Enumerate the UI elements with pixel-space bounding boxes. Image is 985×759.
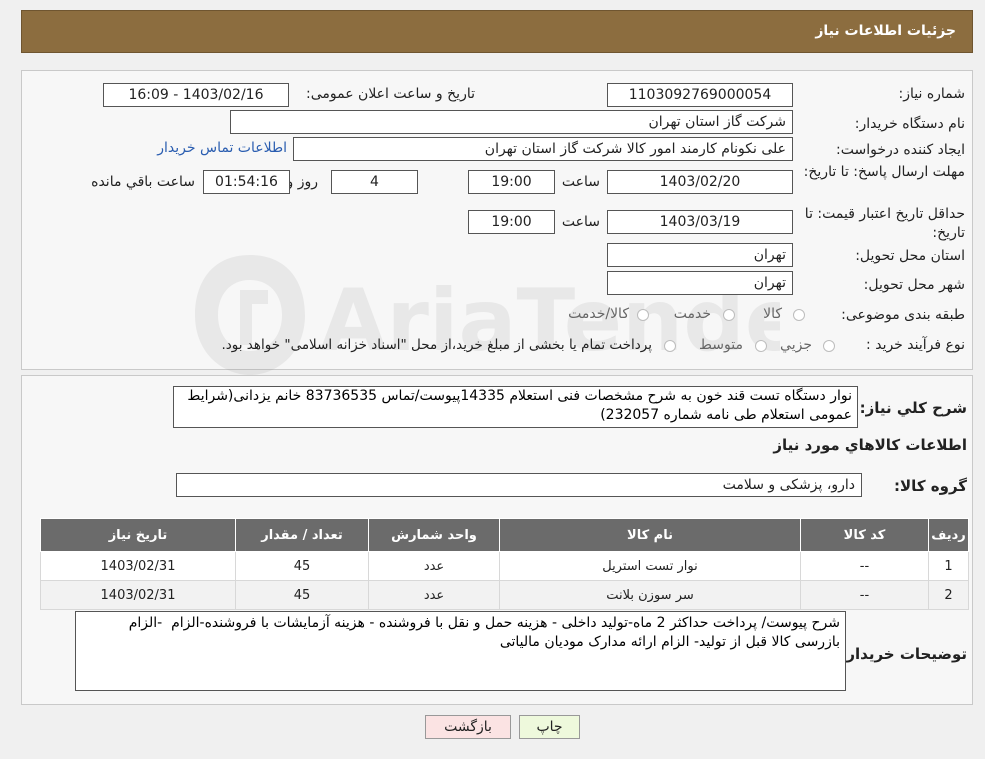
need-number-label: شماره نیاز: <box>898 86 966 102</box>
items-table: ردیف کد کالا نام کالا واحد شمارش تعداد /… <box>40 518 969 610</box>
category-goods-service-label: کالا/خدمت <box>568 306 629 322</box>
process-note: پرداخت تمام یا بخشی از مبلغ خرید،از محل … <box>221 337 652 353</box>
category-service-label: خدمت <box>673 306 711 322</box>
buyer-org-label: نام دستگاه خریدار: <box>854 116 965 132</box>
goods-group-label: گروه کالا: <box>894 477 967 495</box>
creator-label: ایجاد کننده درخواست: <box>836 142 965 158</box>
buyer-notes-label: توضیحات خریدار: <box>840 645 967 663</box>
unit: عدد <box>368 551 500 581</box>
summary-label: شرح کلي نياز: <box>859 399 967 417</box>
validity-label: حداقل تاریخ اعتبار قیمت: تا تاریخ: <box>804 206 965 241</box>
table-row: 1 -- نوار تست استریل عدد 45 1403/02/31 <box>40 551 969 581</box>
category-radio-goods-service[interactable] <box>637 309 649 321</box>
col-qty-header: تعداد / مقدار <box>235 518 369 552</box>
process-radio-medium[interactable] <box>755 340 767 352</box>
table-row: 2 -- سر سوزن بلانت عدد 45 1403/02/31 <box>40 580 969 610</box>
remaining-label: ساعت باقي مانده <box>91 174 195 190</box>
process-medium-label: متوسط <box>699 337 743 353</box>
print-button[interactable]: چاپ <box>519 715 580 739</box>
validity-time-field: 19:00 <box>468 210 555 234</box>
need-number-field: 1103092769000054 <box>607 83 793 107</box>
goods-code: -- <box>800 551 929 581</box>
back-button[interactable]: بازگشت <box>425 715 511 739</box>
category-radio-goods[interactable] <box>793 309 805 321</box>
quantity: 45 <box>235 551 369 581</box>
process-label: نوع فرآیند خرید : <box>866 337 965 353</box>
validity-date-field: 1403/03/19 <box>607 210 793 234</box>
items-section-title: اطلاعات کالاهاي مورد نياز <box>773 436 967 454</box>
province-field: تهران <box>607 243 793 267</box>
need-date: 1403/02/31 <box>40 580 236 610</box>
col-code-header: کد کالا <box>800 518 929 552</box>
buyer-notes-textarea[interactable]: شرح پیوست/ پرداخت حداکثر 2 ماه-تولید داخ… <box>75 611 846 691</box>
announce-label: تاریخ و ساعت اعلان عمومی: <box>306 86 475 102</box>
summary-textarea[interactable]: نوار دستگاه تست قند خون به شرح مشخصات فن… <box>173 386 858 428</box>
col-name-header: نام کالا <box>499 518 801 552</box>
days-label: روز و <box>286 174 319 190</box>
page-header: جزئیات اطلاعات نیاز <box>21 10 973 53</box>
process-radio-minor[interactable] <box>823 340 835 352</box>
col-row-header: ردیف <box>928 518 969 552</box>
creator-field: علی نکونام کارمند امور کالا شرکت گاز است… <box>293 137 793 161</box>
row-number: 2 <box>928 580 969 610</box>
category-goods-label: کالا <box>763 306 782 322</box>
city-label: شهر محل تحویل: <box>863 277 965 293</box>
reply-time-field: 19:00 <box>468 170 555 194</box>
province-label: استان محل تحویل: <box>855 248 965 264</box>
reply-time-label: ساعت <box>561 174 600 190</box>
goods-group-field: دارو، پزشکی و سلامت <box>176 473 862 497</box>
page-title: جزئیات اطلاعات نیاز <box>815 23 956 39</box>
reply-deadline-label: مهلت ارسال پاسخ: تا تاریخ: <box>803 164 965 180</box>
category-radio-service[interactable] <box>723 309 735 321</box>
reply-date-field: 1403/02/20 <box>607 170 793 194</box>
table-header-row: ردیف کد کالا نام کالا واحد شمارش تعداد /… <box>40 518 969 552</box>
city-field: تهران <box>607 271 793 295</box>
buyer-org-field: شرکت گاز استان تهران <box>230 110 793 134</box>
row-number: 1 <box>928 551 969 581</box>
process-minor-label: جزیي <box>780 337 812 353</box>
goods-name: سر سوزن بلانت <box>499 580 801 610</box>
remaining-time-field: 01:54:16 <box>203 170 290 194</box>
category-label: طبقه بندی موضوعی: <box>841 307 965 323</box>
unit: عدد <box>368 580 500 610</box>
buyer-contact-link[interactable]: اطلاعات تماس خریدار <box>157 140 287 156</box>
goods-name: نوار تست استریل <box>499 551 801 581</box>
validity-time-label: ساعت <box>561 214 600 230</box>
treasury-checkbox[interactable] <box>664 340 676 352</box>
quantity: 45 <box>235 580 369 610</box>
announce-datetime-field: 1403/02/16 - 16:09 <box>103 83 289 107</box>
col-date-header: تاریخ نیاز <box>40 518 236 552</box>
days-field: 4 <box>331 170 418 194</box>
col-unit-header: واحد شمارش <box>368 518 500 552</box>
goods-code: -- <box>800 580 929 610</box>
need-date: 1403/02/31 <box>40 551 236 581</box>
